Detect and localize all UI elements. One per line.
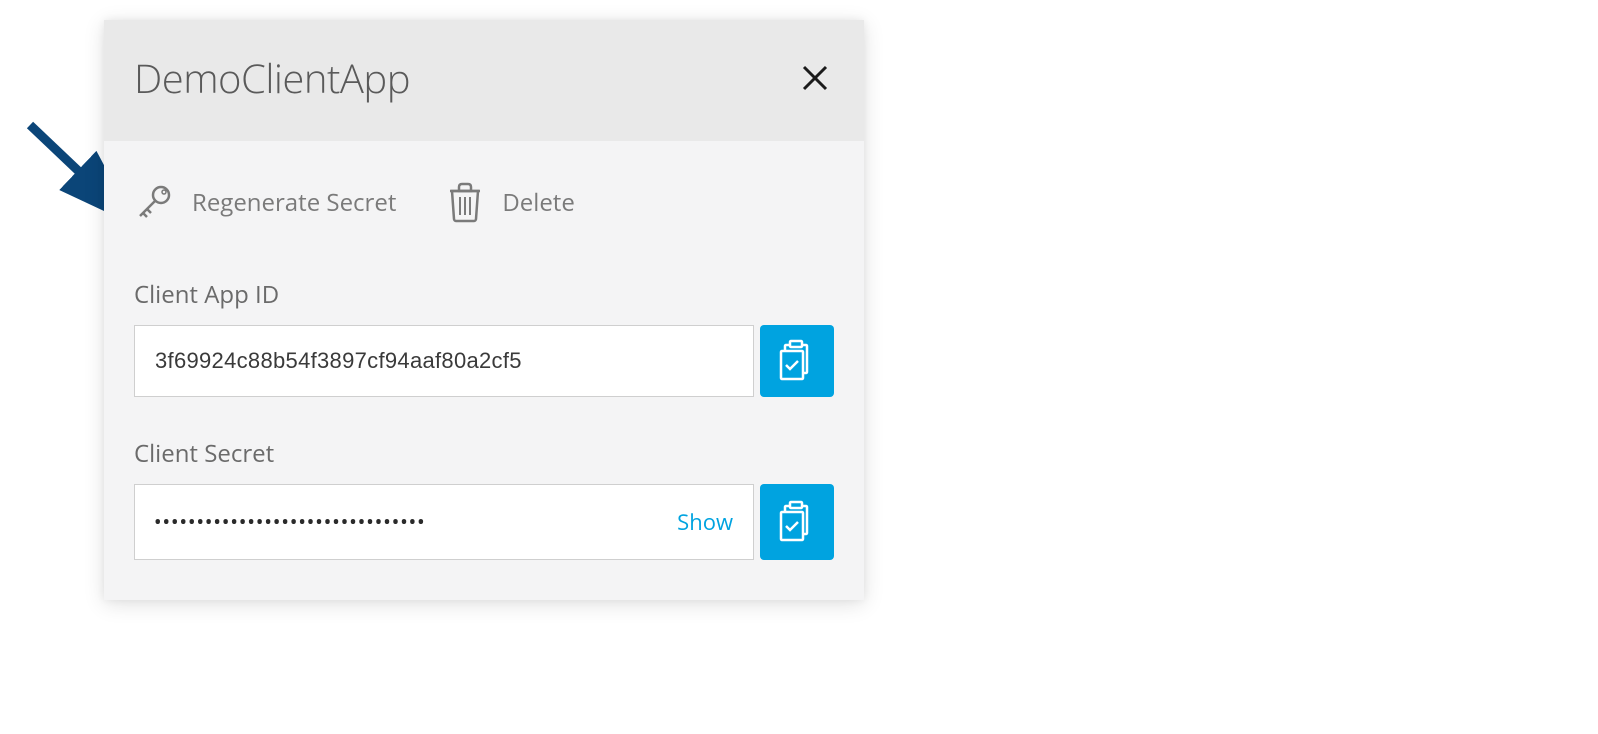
client-secret-masked-value: •••••••••••••••••••••••••••••••• [155,513,427,532]
delete-button[interactable]: Delete [446,181,574,223]
clipboard-check-icon [777,500,817,544]
regenerate-label: Regenerate Secret [192,186,396,219]
delete-label: Delete [502,186,574,219]
client-id-row: 3f69924c88b54f3897cf94aaf80a2cf5 [134,325,834,397]
client-id-value: 3f69924c88b54f3897cf94aaf80a2cf5 [155,348,522,374]
key-icon [134,182,174,222]
client-secret-group: Client Secret ••••••••••••••••••••••••••… [134,437,834,560]
close-icon [800,63,830,93]
panel-header: DemoClientApp [104,20,864,141]
client-secret-row: •••••••••••••••••••••••••••••••• Show [134,484,834,560]
close-button[interactable] [796,59,834,97]
action-row: Regenerate Secret Delete [134,181,834,223]
client-id-group: Client App ID 3f69924c88b54f3897cf94aaf8… [134,278,834,397]
client-secret-label: Client Secret [134,437,834,470]
client-secret-input[interactable]: •••••••••••••••••••••••••••••••• Show [134,484,754,560]
trash-icon [446,181,484,223]
show-secret-link[interactable]: Show [677,507,733,537]
client-id-input[interactable]: 3f69924c88b54f3897cf94aaf80a2cf5 [134,325,754,397]
panel-body: Regenerate Secret Delete Client App ID [104,141,864,600]
client-id-label: Client App ID [134,278,834,311]
regenerate-secret-button[interactable]: Regenerate Secret [134,181,396,223]
client-app-panel: DemoClientApp Regenerate Secret [104,20,864,600]
copy-client-secret-button[interactable] [760,484,834,560]
clipboard-check-icon [777,339,817,383]
copy-client-id-button[interactable] [760,325,834,397]
panel-title: DemoClientApp [134,50,410,105]
